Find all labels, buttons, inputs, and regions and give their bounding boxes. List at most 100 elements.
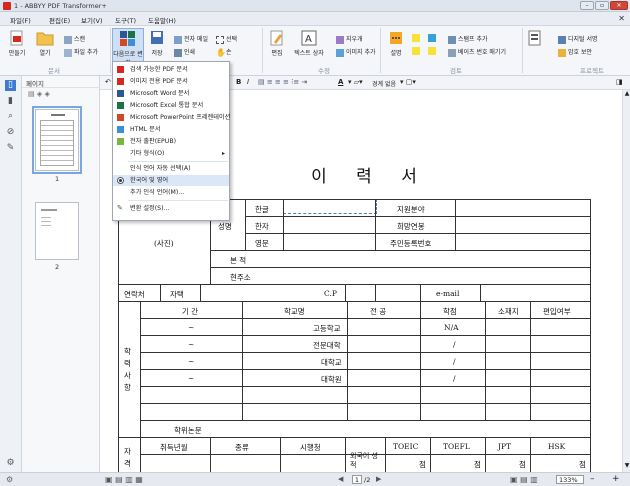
email-button[interactable]: 전자 메일: [174, 34, 208, 44]
zoom-select[interactable]: 133%: [556, 475, 584, 484]
eraser-button[interactable]: 지우개: [336, 34, 363, 44]
edu-period-4: ~: [188, 374, 195, 383]
prev-page-icon[interactable]: ◀: [338, 475, 343, 483]
zoom-in-icon[interactable]: +: [612, 474, 620, 484]
page-number-input[interactable]: 1: [352, 475, 362, 484]
image-add-button[interactable]: 이미지 추가: [336, 47, 376, 57]
contact-label: 연락처: [124, 290, 145, 299]
scan-button[interactable]: 스캔: [64, 34, 85, 44]
textbox-button[interactable]: A 텍스트 상자: [292, 30, 326, 57]
edu-grade-4: /: [453, 374, 456, 383]
attachment-icon[interactable]: ⊘: [5, 127, 16, 138]
create-button[interactable]: 만들기: [4, 30, 30, 57]
settings-icon: ✎: [117, 204, 123, 212]
edu-school-2: 전문대학: [313, 341, 341, 350]
vertical-scrollbar[interactable]: ▲ ▼: [622, 90, 630, 472]
menu-item-korean-english[interactable]: 한국어 및 영어: [113, 175, 229, 186]
bookmark-icon[interactable]: ▮: [5, 96, 16, 107]
menu-tools[interactable]: 도구(T): [115, 15, 136, 25]
page-thumbnail-2[interactable]: [35, 202, 79, 260]
menu-help[interactable]: 도움말(H): [148, 15, 176, 25]
align-buttons[interactable]: ▤ ≡ ≡ ≡ ⁝≡ ⇥: [258, 78, 307, 86]
zoom-out-icon[interactable]: –: [590, 474, 595, 484]
note-button[interactable]: 설명: [386, 30, 406, 57]
file-add-button[interactable]: 파일 추가: [64, 47, 98, 57]
group-doc: 문서: [48, 67, 60, 75]
digital-signature-button[interactable]: 디지털 서명: [558, 34, 598, 44]
open-button[interactable]: 열기: [34, 30, 56, 57]
page-number-2: 2: [55, 263, 60, 271]
compare-button[interactable]: [526, 30, 544, 48]
menu-file[interactable]: 파일(F): [10, 15, 31, 25]
word-icon: [117, 90, 124, 97]
panel-settings-icon[interactable]: ⚙: [5, 458, 16, 469]
close-button[interactable]: ✕: [610, 1, 628, 10]
open-label: 열기: [39, 50, 51, 57]
printer-icon: [174, 48, 182, 57]
cert-header-toefl: TOEFL: [443, 442, 470, 451]
table-dropdown-icon[interactable]: ▾ ▢▾: [400, 78, 416, 86]
font-color-icon[interactable]: A: [338, 78, 343, 86]
maximize-button[interactable]: ▫: [595, 1, 609, 10]
convert-button[interactable]: 다음으로 변환: [112, 28, 144, 67]
menu-item-excel[interactable]: Microsoft Excel 통합 문서: [113, 100, 229, 111]
hand-icon: ✋: [216, 47, 226, 57]
menu-item-word[interactable]: Microsoft Word 문서: [113, 88, 229, 99]
hand-tool[interactable]: ✋손: [216, 47, 232, 57]
signature-pen-icon[interactable]: ✎: [5, 143, 16, 154]
menu-edit[interactable]: 편집(E): [49, 15, 70, 25]
underline-icon: [412, 47, 420, 55]
menu-item-html[interactable]: HTML 문서: [113, 124, 229, 135]
edu-header-period: 기 간: [182, 307, 199, 316]
menu-item-convert-settings[interactable]: ✎ 변환 설정(S)...: [113, 203, 229, 214]
submenu-arrow-icon: ▸: [221, 150, 225, 157]
pages-panel-icon[interactable]: ▯: [5, 80, 16, 91]
undo-button[interactable]: ↶: [105, 78, 111, 86]
hsk-unit: 점: [579, 460, 586, 469]
lock-icon: [558, 48, 566, 57]
bold-button[interactable]: B: [236, 78, 241, 86]
cp-label: C.P: [324, 289, 337, 298]
highlight-tool[interactable]: [412, 34, 422, 42]
password-button[interactable]: 암호 보안: [558, 47, 592, 57]
powerpoint-icon: [117, 114, 124, 121]
menu-item-more-languages[interactable]: 추가 인식 언어(M)...: [113, 187, 229, 198]
cert-header-lang: 외국어 성 적: [350, 452, 378, 469]
menu-item-searchable-pdf[interactable]: 검색 가능한 PDF 문서: [113, 64, 229, 75]
bates-button[interactable]: 베이츠 번호 매기기: [448, 47, 506, 57]
scroll-down-icon[interactable]: ▼: [624, 462, 630, 470]
close-document-icon[interactable]: ✕: [618, 14, 625, 23]
selected-text-block[interactable]: [283, 199, 377, 214]
edu-grade-1: N/A: [444, 323, 459, 332]
save-button[interactable]: 저장: [147, 30, 167, 57]
view-mode-icons[interactable]: ▣ ▤ ▥ ▦: [105, 475, 143, 484]
next-page-icon[interactable]: ▶: [376, 475, 381, 483]
edu-header-transfer: 편입여부: [543, 307, 571, 316]
menu-item-image-pdf[interactable]: 이미지 전용 PDF 문서: [113, 76, 229, 87]
strike-tool[interactable]: [428, 34, 438, 42]
line-tool[interactable]: [428, 47, 438, 55]
strike-icon: [428, 34, 436, 42]
menu-view[interactable]: 보기(V): [81, 15, 102, 25]
search-icon[interactable]: ⌕: [5, 111, 16, 122]
fit-icons[interactable]: ▣ ▤ ▥: [510, 475, 538, 484]
thesis-label: 학위논문: [174, 426, 202, 435]
select-tool[interactable]: 선택: [216, 34, 237, 44]
print-button[interactable]: 인쇄: [174, 47, 195, 57]
status-settings-icon[interactable]: ⚙: [6, 475, 13, 484]
menu-item-powerpoint[interactable]: Microsoft PowerPoint 프레젠테이션: [113, 112, 230, 123]
page-thumbnail-1[interactable]: [32, 106, 82, 174]
menu-item-epub[interactable]: 전자 출판(EPUB): [113, 136, 229, 147]
menu-item-auto-language[interactable]: 인식 언어 자동 선택(A): [113, 163, 229, 174]
border-style-select[interactable]: 경계 없음: [372, 79, 396, 88]
panel-view-icon[interactable]: ▤ ◈ ◈: [28, 90, 50, 98]
minimize-button[interactable]: –: [580, 1, 594, 10]
border-dropdown-icon[interactable]: ▾ ▱▾: [348, 78, 363, 86]
italic-button[interactable]: I: [247, 78, 249, 86]
scroll-up-icon[interactable]: ▲: [624, 90, 630, 98]
pin-icon[interactable]: ◨: [616, 78, 623, 86]
stamp-add-button[interactable]: 스탬프 추가: [448, 34, 488, 44]
edit-button[interactable]: 편집: [266, 30, 288, 57]
underline-tool[interactable]: [412, 47, 422, 55]
menu-item-other-formats[interactable]: 기타 형식(O) ▸: [113, 148, 229, 159]
